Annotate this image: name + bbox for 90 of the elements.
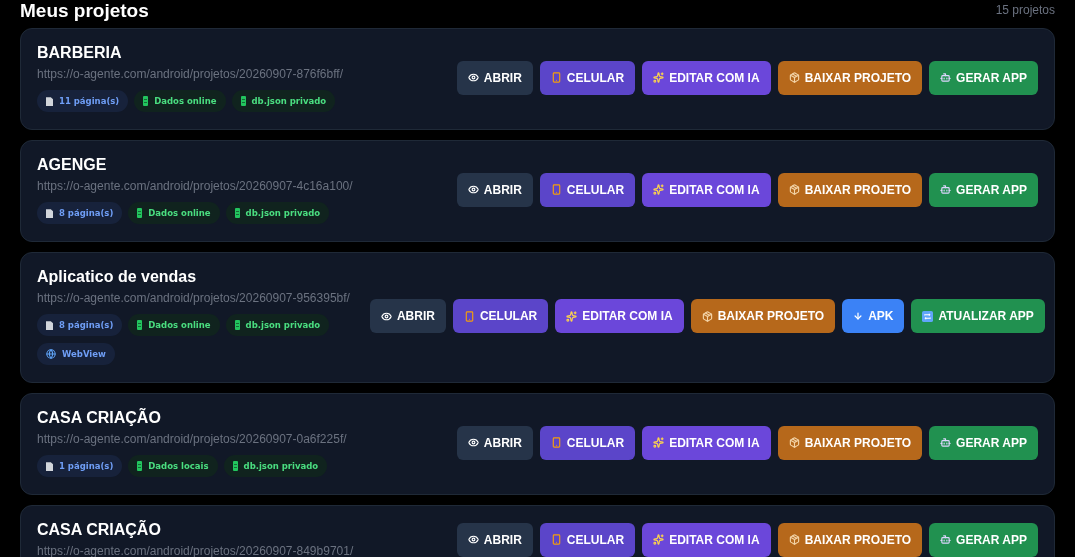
build-app-button[interactable]: GERAR APP [929, 60, 1038, 95]
download-project-button[interactable]: BAIXAR PROJETO [777, 425, 923, 460]
apk-button[interactable]: APK [842, 299, 905, 333]
document-icon [46, 320, 53, 330]
badge-label: db.json privado [251, 95, 327, 107]
build-app-button[interactable]: GERAR APP [929, 522, 1038, 557]
phone-icon [463, 310, 475, 322]
open-button[interactable]: ABRIR [456, 60, 533, 95]
open-button[interactable]: ABRIR [456, 522, 533, 557]
edit-ai-button[interactable]: EDITAR COM IA [642, 60, 771, 95]
badge-label: db.json privado [245, 319, 321, 331]
server-icon [234, 320, 240, 330]
project-url: https://o-agente.com/android/projetos/20260907-4c16a100/ [37, 178, 354, 194]
eye-icon [467, 534, 479, 545]
badge-label: Dados online [154, 95, 217, 107]
robot-icon [940, 184, 952, 195]
build-app-button[interactable]: GERAR APP [929, 172, 1038, 207]
document-icon [46, 208, 53, 218]
sparkles-icon [566, 310, 578, 322]
project-title: Aplicatico de vendas [37, 267, 198, 287]
project-count: 15 projetos [995, 2, 1055, 18]
eye-icon [467, 437, 479, 448]
sparkles-icon [653, 184, 665, 195]
project-title: BARBERIA [37, 43, 123, 63]
eye-icon [467, 184, 479, 195]
project-title: CASA CRIAÇÃO [37, 408, 162, 428]
badge-label: 11 página(s) [59, 95, 120, 107]
refresh-icon [922, 310, 934, 322]
server-icon [240, 96, 246, 106]
badge-label: Dados locais [148, 460, 209, 472]
download-project-button[interactable]: BAIXAR PROJETO [690, 299, 836, 333]
phone-button[interactable]: CELULAR [539, 172, 636, 207]
server-icon [234, 208, 240, 218]
package-icon [788, 534, 800, 545]
open-button[interactable]: ABRIR [456, 172, 533, 207]
project-url: https://o-agente.com/android/projetos/20260907-849b9701/ [37, 543, 355, 557]
robot-icon [940, 534, 952, 545]
badge-label: Dados online [148, 207, 211, 219]
update-app-button[interactable]: ATUALIZAR APP [911, 299, 1045, 333]
project-title: AGENGE [37, 155, 108, 175]
badge-label: db.json privado [245, 207, 321, 219]
server-icon [137, 461, 143, 471]
sparkles-icon [653, 534, 665, 545]
page-title: Meus projetos [20, 0, 149, 22]
document-icon [46, 96, 53, 106]
edit-ai-button[interactable]: EDITAR COM IA [642, 522, 771, 557]
project-url: https://o-agente.com/android/projetos/20260907-0a6f225f/ [37, 431, 348, 447]
open-button[interactable]: ABRIR [369, 299, 446, 333]
download-project-button[interactable]: BAIXAR PROJETO [777, 60, 923, 95]
robot-icon [940, 437, 952, 448]
project-url: https://o-agente.com/android/projetos/20260907-956395bf/ [37, 290, 350, 306]
badge-label: 8 página(s) [59, 207, 114, 219]
badge-label: WebView [62, 348, 106, 360]
robot-icon [940, 72, 952, 83]
project-title: CASA CRIAÇÃO [37, 520, 162, 540]
phone-button[interactable]: CELULAR [539, 425, 636, 460]
download-project-button[interactable]: BAIXAR PROJETO [777, 172, 923, 207]
server-icon [137, 320, 143, 330]
sparkles-icon [653, 72, 665, 83]
phone-icon [550, 72, 562, 83]
badge-label: 1 página(s) [59, 460, 114, 472]
package-icon [701, 310, 713, 322]
phone-icon [550, 184, 562, 195]
download-project-button[interactable]: BAIXAR PROJETO [777, 522, 923, 557]
phone-button[interactable]: CELULAR [539, 522, 636, 557]
phone-button[interactable]: CELULAR [452, 299, 549, 333]
package-icon [788, 72, 800, 83]
eye-icon [380, 310, 392, 322]
eye-icon [467, 72, 479, 83]
package-icon [788, 437, 800, 448]
edit-ai-button[interactable]: EDITAR COM IA [642, 172, 771, 207]
arrow-down-icon [853, 311, 864, 321]
phone-button[interactable]: CELULAR [539, 60, 636, 95]
badge-label: db.json privado [243, 460, 319, 472]
server-icon [143, 96, 149, 106]
open-button[interactable]: ABRIR [456, 425, 533, 460]
build-app-button[interactable]: GERAR APP [929, 425, 1038, 460]
edit-ai-button[interactable]: EDITAR COM IA [555, 299, 684, 333]
server-icon [137, 208, 143, 218]
phone-icon [550, 437, 562, 448]
phone-icon [550, 534, 562, 545]
package-icon [788, 184, 800, 195]
document-icon [46, 461, 53, 471]
badge-label: 8 página(s) [59, 319, 114, 331]
edit-ai-button[interactable]: EDITAR COM IA [642, 425, 771, 460]
globe-icon [46, 349, 56, 359]
sparkles-icon [653, 437, 665, 448]
server-icon [232, 461, 238, 471]
project-url: https://o-agente.com/android/projetos/20260907-876f6bff/ [37, 66, 344, 82]
badge-label: Dados online [148, 319, 211, 331]
